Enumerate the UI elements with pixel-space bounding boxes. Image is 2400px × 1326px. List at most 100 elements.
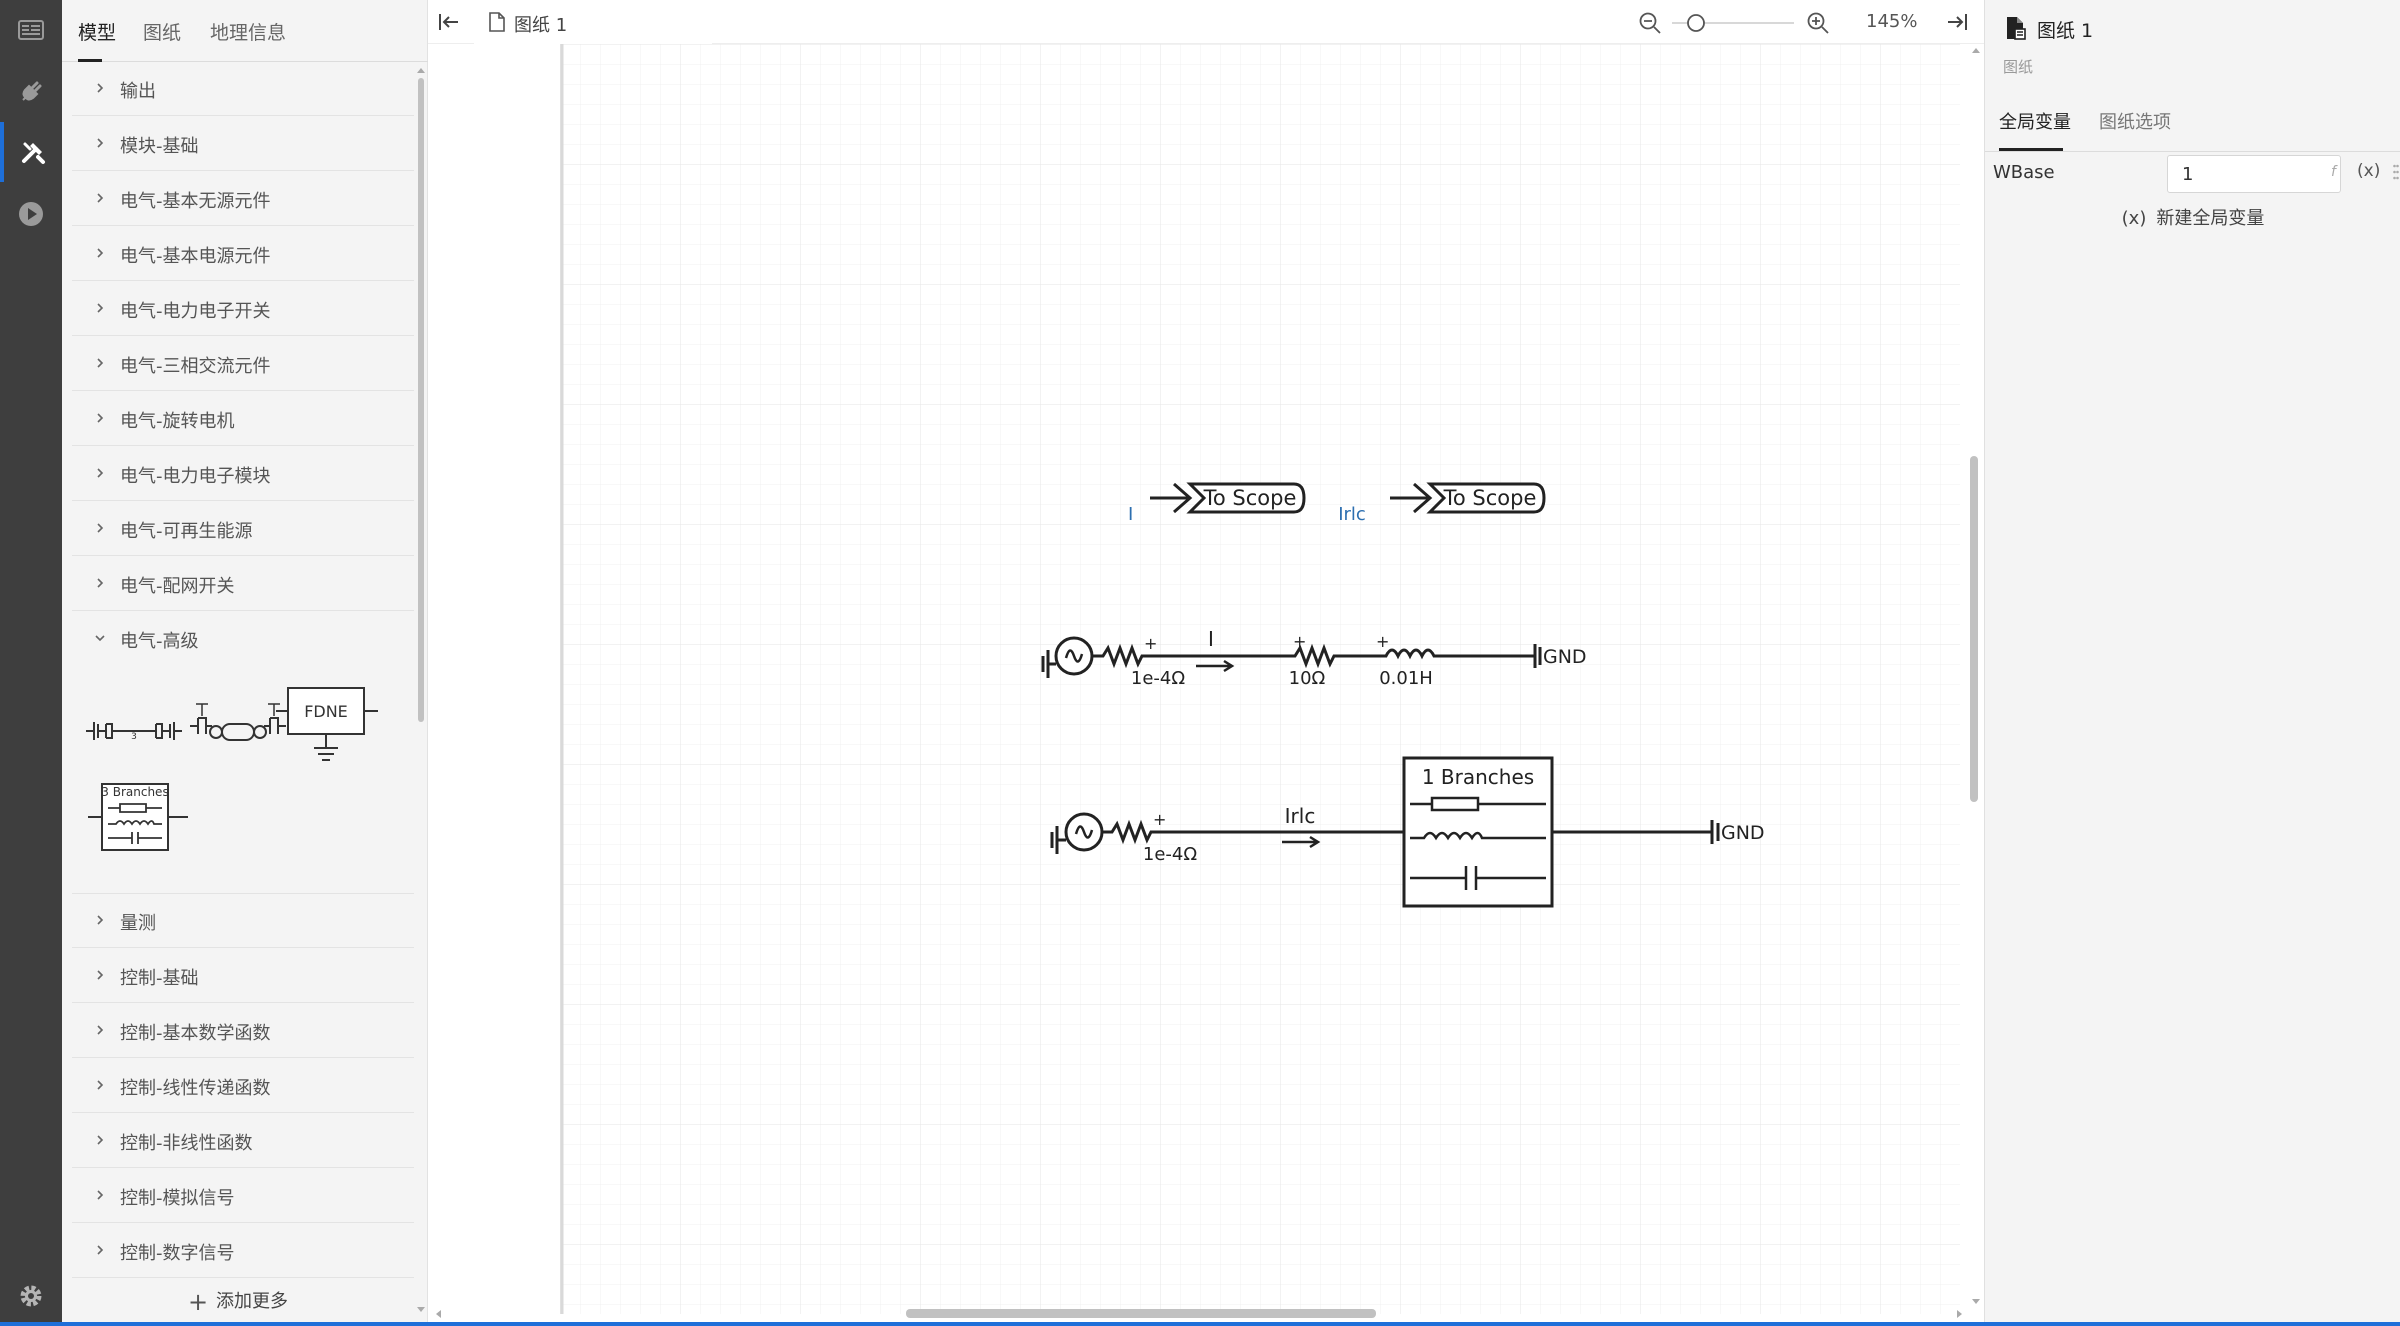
transmission-line-component[interactable]: 3 <box>84 714 184 748</box>
library-tabs: 模型 图纸 地理信息 <box>62 0 428 62</box>
document-tab-bar: 图纸 1 145% <box>428 0 1984 44</box>
category-label: 控制-线性传递函数 <box>120 1078 271 1099</box>
status-bar <box>0 1322 2400 1326</box>
collapse-right-panel-icon[interactable] <box>1946 12 1968 32</box>
fdne-component[interactable]: FDNE <box>274 686 380 766</box>
tab-drawing-options[interactable]: 图纸选项 <box>2099 108 2171 134</box>
new-global-variable-button[interactable]: (x) 新建全局变量 <box>1985 204 2400 234</box>
chevron-right-icon <box>97 248 104 258</box>
collapse-left-panel-icon[interactable] <box>438 12 460 32</box>
category-label: 电气-电力电子模块 <box>120 466 271 487</box>
panel-subtitle: 图纸 <box>2003 58 2034 76</box>
chevron-right-icon <box>97 358 104 368</box>
tab-drawing-1[interactable]: 图纸 1 <box>474 0 712 44</box>
zoom-level: 145% <box>1866 11 1918 32</box>
zoom-out-icon[interactable] <box>1638 11 1662 35</box>
chevron-right-icon <box>97 138 104 148</box>
chevron-right-icon <box>97 83 104 93</box>
category-control-basic[interactable]: 控制-基础 <box>72 949 414 1003</box>
category-three-phase[interactable]: 电气-三相交流元件 <box>72 337 414 391</box>
canvas-vertical-scroll-thumb[interactable] <box>1970 456 1978 802</box>
svg-text:To Scope: To Scope <box>1443 486 1537 510</box>
tab-models[interactable]: 模型 <box>78 18 116 45</box>
category-control-nonlinear[interactable]: 控制-非线性函数 <box>72 1114 414 1168</box>
canvas-horizontal-scroll-thumb[interactable] <box>906 1309 1376 1318</box>
category-module-basic[interactable]: 模块-基础 <box>72 117 414 171</box>
gear-icon <box>20 1285 42 1307</box>
plugin-button[interactable] <box>0 62 62 122</box>
category-machines[interactable]: 电气-旋转电机 <box>72 392 414 446</box>
source-resistance-label-2: 1e-4Ω <box>1143 844 1197 865</box>
plus-sign: + <box>1144 634 1157 653</box>
variable-type-mark: f <box>2331 164 2336 180</box>
scroll-up-icon[interactable] <box>1971 46 1981 54</box>
rlc-branches-component[interactable]: 3 Branches <box>86 780 190 854</box>
schematic-canvas[interactable]: I To Scope Irlc To Scope 1e-4Ω + + + I 1… <box>560 44 1960 1314</box>
drag-handle-icon[interactable] <box>2393 164 2399 180</box>
document-icon <box>489 12 505 32</box>
category-label: 电气-配网开关 <box>120 576 235 597</box>
category-label: 模块-基础 <box>120 136 199 157</box>
category-list: 输出 模块-基础 电气-基本无源元件 电气-基本电源元件 电气-电力电子开关 电… <box>62 62 414 1312</box>
category-label: 控制-基础 <box>120 968 199 989</box>
variable-name: WBase <box>1993 162 2055 183</box>
run-button[interactable] <box>0 184 62 244</box>
layout-button[interactable] <box>0 0 62 60</box>
tab-drawings[interactable]: 图纸 <box>143 18 181 45</box>
zoom-slider[interactable] <box>1670 12 1796 34</box>
category-control-digital[interactable]: 控制-数字信号 <box>72 1224 414 1278</box>
activity-bar <box>0 0 62 1326</box>
category-pe-modules[interactable]: 电气-电力电子模块 <box>72 447 414 501</box>
svg-text:FDNE: FDNE <box>304 702 348 721</box>
category-label: 控制-数字信号 <box>120 1243 235 1264</box>
scroll-down-icon[interactable] <box>416 1306 426 1314</box>
chevron-right-icon <box>97 303 104 313</box>
category-label: 控制-非线性函数 <box>120 1133 253 1154</box>
chevron-right-icon <box>97 915 104 925</box>
scroll-down-icon[interactable] <box>1971 1298 1981 1306</box>
add-more-button[interactable]: + 添加更多 <box>62 1282 414 1322</box>
tabs-divider <box>1985 151 2400 152</box>
zoom-in-icon[interactable] <box>1806 11 1830 35</box>
scroll-up-icon[interactable] <box>416 66 426 74</box>
category-label: 电气-基本无源元件 <box>120 191 271 212</box>
current-label-2: Irlc <box>1285 804 1316 828</box>
chevron-right-icon <box>97 578 104 588</box>
zoom-slider-handle <box>1687 14 1705 32</box>
category-control-math[interactable]: 控制-基本数学函数 <box>72 1004 414 1058</box>
category-passive[interactable]: 电气-基本无源元件 <box>72 172 414 226</box>
chevron-right-icon <box>97 1135 104 1145</box>
library-scroll-thumb[interactable] <box>418 78 424 722</box>
category-renewables[interactable]: 电气-可再生能源 <box>72 502 414 556</box>
category-label: 电气-可再生能源 <box>120 521 253 542</box>
category-label: 输出 <box>120 81 156 102</box>
plus-icon: + <box>187 1288 209 1316</box>
model-library-panel: 模型 图纸 地理信息 输出 模块-基础 电气-基本无源元件 电气-基本电源元件 … <box>62 0 428 1326</box>
category-control-analog[interactable]: 控制-模拟信号 <box>72 1169 414 1223</box>
category-sources[interactable]: 电气-基本电源元件 <box>72 227 414 281</box>
svg-text:3: 3 <box>131 732 137 742</box>
chevron-right-icon <box>97 468 104 478</box>
category-label: 电气-三相交流元件 <box>120 356 271 377</box>
variable-value-input[interactable] <box>2167 155 2341 193</box>
play-icon <box>19 202 43 226</box>
chevron-right-icon <box>97 1025 104 1035</box>
category-control-transfer[interactable]: 控制-线性传递函数 <box>72 1059 414 1113</box>
svg-text:To Scope: To Scope <box>1203 486 1297 510</box>
settings-button[interactable] <box>0 1266 62 1326</box>
panel-title: 图纸 1 <box>2037 20 2094 42</box>
category-measurement[interactable]: 量测 <box>72 894 414 948</box>
category-distribution-switches[interactable]: 电气-配网开关 <box>72 557 414 611</box>
category-output[interactable]: 输出 <box>72 62 414 116</box>
model-tools-button[interactable] <box>0 122 62 182</box>
tab-global-variables[interactable]: 全局变量 <box>1999 108 2071 134</box>
tab-geo-info[interactable]: 地理信息 <box>210 18 286 45</box>
resistor-label: 10Ω <box>1289 668 1326 689</box>
cable-component[interactable] <box>188 696 288 748</box>
scroll-left-icon[interactable] <box>434 1309 442 1319</box>
variable-expression-toggle[interactable]: (x) <box>2357 161 2380 181</box>
category-label: 电气-旋转电机 <box>120 411 235 432</box>
scroll-right-icon[interactable] <box>1956 1309 1964 1319</box>
category-advanced[interactable]: 电气-高级 <box>72 612 414 666</box>
category-pe-switches[interactable]: 电气-电力电子开关 <box>72 282 414 336</box>
